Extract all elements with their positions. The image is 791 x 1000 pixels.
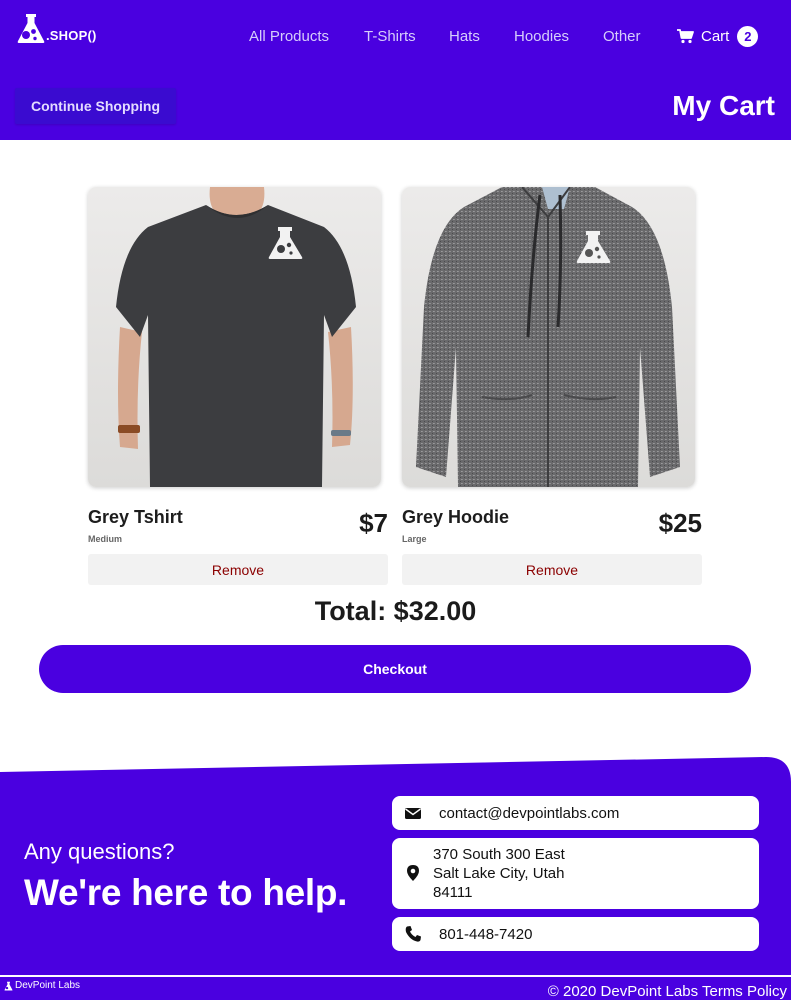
continue-shopping-button[interactable]: Continue Shopping [15,88,176,124]
map-marker-icon [407,865,419,881]
page-title: My Cart [672,90,775,121]
nav-other[interactable]: Other [603,28,641,45]
contact-email-text: contact@devpointlabs.com [439,804,620,822]
item-price: $25 [658,508,702,538]
address-lines: 370 South 300 East Salt Lake City, Utah … [433,845,565,902]
address-line-1: 370 South 300 East [433,846,565,863]
item-price: $7 [359,508,388,538]
main-nav: All Products T-Shirts Hats Hoodies Other… [0,24,791,50]
phone-icon [405,926,421,942]
nav-t-shirts[interactable]: T-Shirts [364,28,416,45]
cart-icon [677,29,694,44]
product-image-grey-hoodie[interactable] [402,187,695,487]
footer-brand[interactable]: DevPoint Labs [4,980,80,991]
cart-item: Grey Tshirt Medium $7 Remove [88,187,388,585]
footer-question: Any questions? [24,839,175,864]
envelope-icon [405,808,421,819]
item-name: Grey Hoodie [402,507,510,527]
contact-phone-text: 801-448-7420 [439,925,533,943]
cart-item: Grey Hoodie Large $25 Remove [402,187,702,585]
checkout-button[interactable]: Checkout [39,645,751,693]
contact-phone[interactable]: 801-448-7420 [392,917,759,951]
contact-email[interactable]: contact@devpointlabs.com [392,796,759,830]
footer-divider [0,975,791,977]
remove-button[interactable]: Remove [88,554,388,585]
tshirt-illustration [116,187,356,487]
contact-address: 370 South 300 East Salt Lake City, Utah … [392,838,759,909]
cart-link[interactable]: Cart 2 [677,26,759,47]
address-line-2: Salt Lake City, Utah [433,865,565,882]
address-line-3: 84111 [433,884,473,901]
item-name: Grey Tshirt [88,507,183,527]
copyright: © 2020 DevPoint Labs Terms Policy [547,983,787,1000]
remove-button[interactable]: Remove [402,554,702,585]
footer-help-heading: We're here to help. [24,872,348,913]
header: .SHOP() All Products T-Shirts Hats Hoodi… [0,0,791,140]
nav-hoodies[interactable]: Hoodies [514,28,569,45]
cart-total: Total: $32.00 [314,596,477,626]
item-size: Medium [88,534,123,544]
footer-brand-text: DevPoint Labs [15,980,81,991]
cart-label: Cart [701,28,730,45]
product-image-grey-tshirt[interactable] [88,187,381,487]
nav-hats[interactable]: Hats [449,28,480,45]
item-size: Large [402,534,427,544]
nav-all-products[interactable]: All Products [249,28,329,45]
flask-logo-icon [4,981,13,990]
hoodie-illustration [416,187,680,487]
cart-count-badge: 2 [737,26,759,47]
